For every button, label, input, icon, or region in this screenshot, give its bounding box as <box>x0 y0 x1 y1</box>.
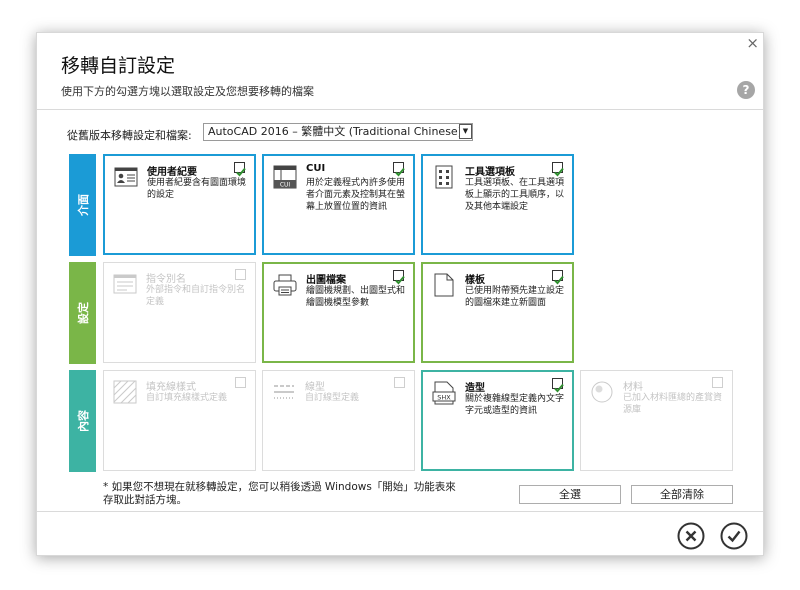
card-title: 樣板 <box>465 275 485 286</box>
checkmark-icon <box>395 167 405 177</box>
checkmark-icon <box>395 275 405 285</box>
card-shapes[interactable]: SHX 造型 關於複雜線型定義內文字字元或造型的資訊 <box>421 370 574 471</box>
card-title: 填充線樣式 <box>146 382 196 393</box>
svg-text:SHX: SHX <box>437 394 451 402</box>
card-title: 材料 <box>623 382 643 393</box>
hatch-pattern-icon <box>113 380 137 404</box>
card-title: 指令別名 <box>146 274 186 285</box>
card-title: 線型 <box>305 382 325 393</box>
card-user-profile[interactable]: 使用者紀要 使用者紀要含有圖面環境的設定 <box>103 154 256 255</box>
category-settings: 設定 <box>69 262 96 364</box>
card-checkbox <box>235 377 246 388</box>
card-description: 外部指令和自訂指令別名定義 <box>146 285 246 307</box>
card-checkbox[interactable] <box>393 270 405 285</box>
migrate-settings-dialog: × 移轉自訂設定 使用下方的勾選方塊以選取設定及您想要移轉的檔案 ? 從舊版本移… <box>36 32 764 556</box>
checkmark-icon <box>554 167 564 177</box>
linetype-icon <box>272 380 296 404</box>
card-cui[interactable]: CUI CUI 用於定義程式內許多使用者介面元素及控制其在螢幕上放置位置的資訊 <box>262 154 415 255</box>
source-version-label: 從舊版本移轉設定和檔案: <box>67 129 192 142</box>
card-materials: 材料 已加入材料匯總的產賞資源庫 <box>580 370 733 471</box>
cancel-x-icon <box>677 522 705 550</box>
checkmark-icon <box>554 275 564 285</box>
card-description: 使用者紀要含有圖面環境的設定 <box>147 178 247 200</box>
footnote: * 如果您不想現在就移轉設定，您可以稍後透過 Windows「開始」功能表來存取… <box>103 481 456 506</box>
command-alias-icon <box>113 272 137 296</box>
dialog-subtitle: 使用下方的勾選方塊以選取設定及您想要移轉的檔案 <box>61 85 314 98</box>
printer-icon <box>273 273 297 297</box>
card-hatch-patterns: 填充線樣式 自訂填充線樣式定義 <box>103 370 256 471</box>
template-icon <box>432 273 456 297</box>
card-command-aliases: 指令別名 外部指令和自訂指令別名定義 <box>103 262 256 363</box>
material-icon <box>590 380 614 404</box>
svg-text:CUI: CUI <box>280 182 291 189</box>
card-checkbox <box>235 269 246 280</box>
card-title: 出圖檔案 <box>306 275 346 286</box>
checkmark-icon <box>236 167 246 177</box>
select-all-button[interactable]: 全選 <box>519 485 621 504</box>
card-description: 工具選項板、在工具選項板上顯示的工具順序，以及其他本端設定 <box>465 178 565 212</box>
category-label: 介面 <box>76 194 90 216</box>
card-title: 使用者紀要 <box>147 167 197 178</box>
category-interface: 介面 <box>69 154 96 256</box>
card-checkbox[interactable] <box>234 162 246 177</box>
card-tool-palettes[interactable]: 工具選項板 工具選項板、在工具選項板上顯示的工具順序，以及其他本端設定 <box>421 154 574 255</box>
help-icon[interactable]: ? <box>737 81 755 99</box>
source-version-select[interactable]: AutoCAD 2016 – 繁體中文 (Traditional Chinese… <box>203 123 473 141</box>
card-linetypes: 線型 自訂線型定義 <box>262 370 415 471</box>
card-title: 工具選項板 <box>465 167 515 178</box>
user-profile-icon <box>114 165 138 189</box>
checkmark-icon <box>554 383 564 393</box>
card-description: 已使用附帶預先建立設定的圖檔來建立新圖面 <box>465 286 565 308</box>
card-description: 繪圖機規劃、出圖型式和繪圖機模型參數 <box>306 286 406 308</box>
card-description: 關於複雜線型定義內文字字元或造型的資訊 <box>465 394 565 416</box>
card-checkbox[interactable] <box>552 270 564 285</box>
card-checkbox[interactable] <box>393 162 405 177</box>
card-title: CUI <box>306 163 326 174</box>
card-description: 已加入材料匯總的產賞資源庫 <box>623 393 723 415</box>
card-description: 自訂線型定義 <box>305 393 360 403</box>
dialog-title: 移轉自訂設定 <box>61 55 176 77</box>
header-divider <box>37 109 763 110</box>
cancel-button[interactable] <box>677 522 705 550</box>
card-checkbox <box>394 377 405 388</box>
card-templates[interactable]: 樣板 已使用附帶預先建立設定的圖檔來建立新圖面 <box>421 262 574 363</box>
card-checkbox[interactable] <box>552 162 564 177</box>
card-title: 造型 <box>465 383 485 394</box>
card-checkbox[interactable] <box>552 378 564 393</box>
card-description: 自訂填充線樣式定義 <box>146 393 228 403</box>
card-checkbox <box>712 377 723 388</box>
tool-palette-icon <box>432 165 456 189</box>
shx-shape-icon: SHX <box>432 381 456 405</box>
close-icon[interactable]: × <box>746 35 759 51</box>
category-label: 內容 <box>76 410 90 432</box>
footer-divider <box>37 511 763 512</box>
card-description: 用於定義程式內許多使用者介面元素及控制其在螢幕上放置位置的資訊 <box>306 178 406 212</box>
category-label: 設定 <box>76 302 90 324</box>
clear-all-button[interactable]: 全部清除 <box>631 485 733 504</box>
chevron-down-icon[interactable]: ▼ <box>459 124 472 139</box>
ok-check-icon <box>720 522 748 550</box>
card-plot-files[interactable]: 出圖檔案 繪圖機規劃、出圖型式和繪圖機模型參數 <box>262 262 415 363</box>
cui-icon: CUI <box>273 165 297 189</box>
category-content: 內容 <box>69 370 96 472</box>
ok-button[interactable] <box>720 522 748 550</box>
